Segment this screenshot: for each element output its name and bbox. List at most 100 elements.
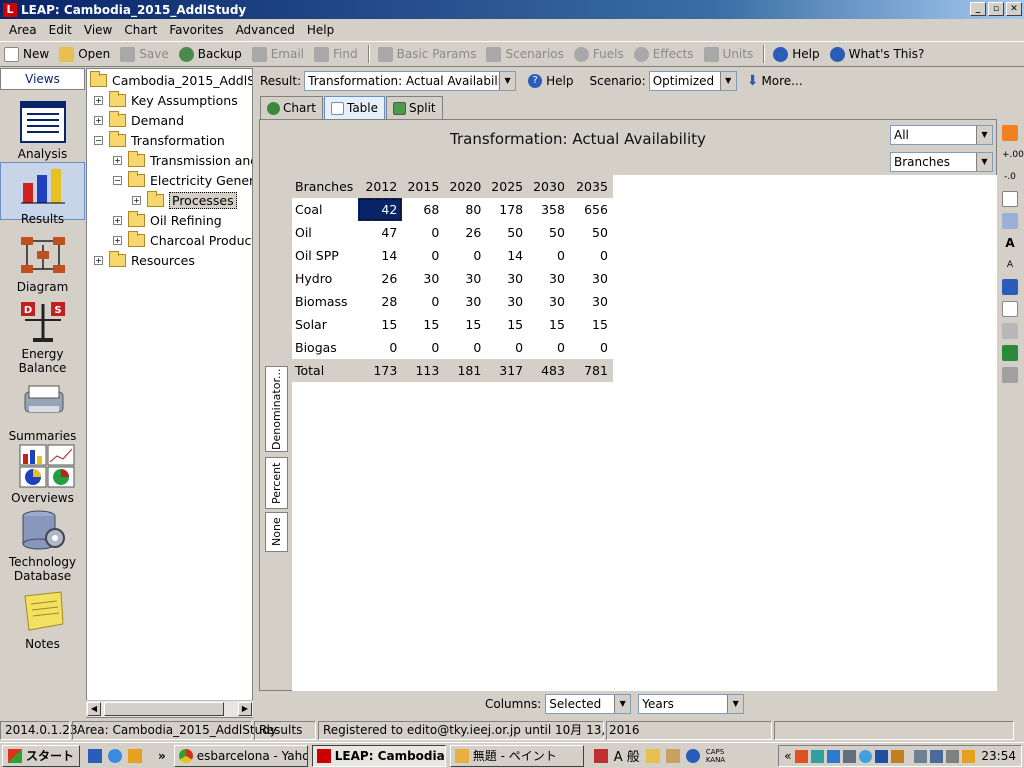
- grid-icon[interactable]: [1002, 213, 1018, 229]
- expand-icon[interactable]: +: [94, 95, 103, 105]
- expand-icon[interactable]: +: [113, 215, 122, 225]
- fuels-button[interactable]: Fuels: [573, 46, 624, 62]
- table-cell[interactable]: 0: [486, 336, 529, 359]
- tray-app-icon[interactable]: [827, 749, 841, 763]
- email-button[interactable]: Email: [251, 46, 304, 62]
- table-cell[interactable]: 15: [486, 313, 529, 336]
- table-cell[interactable]: 15: [528, 313, 570, 336]
- row-label[interactable]: Biomass: [292, 290, 359, 313]
- tab-split[interactable]: Split: [386, 96, 443, 119]
- view-overviews[interactable]: Overviews: [0, 444, 85, 505]
- column-header[interactable]: 2012: [358, 175, 403, 198]
- effects-button[interactable]: Effects: [633, 46, 694, 62]
- close-button[interactable]: ✕: [1006, 2, 1022, 16]
- columns-selected-select[interactable]: Selected ▼: [545, 694, 632, 714]
- table-cell[interactable]: 50: [486, 221, 529, 244]
- menu-favorites[interactable]: Favorites: [163, 23, 229, 37]
- row-label[interactable]: Hydro: [292, 267, 359, 290]
- table-cell[interactable]: 0: [569, 244, 613, 267]
- table-cell[interactable]: 656: [569, 198, 613, 221]
- help-button[interactable]: Help: [773, 46, 820, 62]
- scenarios-button[interactable]: Scenarios: [486, 46, 564, 62]
- media-player-icon[interactable]: [128, 748, 143, 763]
- ime-mode[interactable]: A 般: [614, 746, 640, 765]
- restore-button[interactable]: ▫: [988, 2, 1004, 16]
- view-energy-balance[interactable]: DS Energy Balance: [0, 300, 85, 375]
- table-cell[interactable]: 50: [528, 221, 570, 244]
- column-header[interactable]: 2030: [528, 175, 570, 198]
- table-cell[interactable]: 15: [402, 313, 445, 336]
- table-cell[interactable]: 0: [402, 221, 445, 244]
- collapse-icon[interactable]: −: [113, 175, 122, 185]
- column-header[interactable]: Branches: [292, 175, 359, 198]
- table-cell[interactable]: 15: [569, 313, 613, 336]
- copy-icon[interactable]: [1002, 301, 1018, 317]
- table-cell[interactable]: 30: [569, 290, 613, 313]
- table-cell[interactable]: 15: [444, 313, 487, 336]
- tray-app-icon[interactable]: [875, 749, 889, 763]
- table-cell[interactable]: 30: [528, 267, 570, 290]
- ime-tool-icon[interactable]: [645, 748, 660, 763]
- table-cell[interactable]: 14: [486, 244, 529, 267]
- view-notes[interactable]: Notes: [0, 590, 85, 651]
- result-help-button[interactable]: ? Help: [528, 74, 573, 88]
- filter-branches-select[interactable]: Branches ▼: [890, 152, 993, 172]
- table-cell[interactable]: 0: [402, 244, 445, 267]
- tree-item-processes[interactable]: + Processes: [132, 190, 237, 209]
- expand-icon[interactable]: +: [113, 155, 122, 165]
- table-cell[interactable]: 15: [358, 313, 403, 336]
- tree-item-electricity-generation[interactable]: −Electricity Generat: [113, 170, 252, 189]
- scenario-icon[interactable]: [1002, 125, 1018, 141]
- tree-item-key-assumptions[interactable]: + Key Assumptions: [94, 90, 238, 109]
- task-leap[interactable]: LEAP: Cambodia...: [311, 744, 446, 767]
- save-button[interactable]: Save: [120, 46, 169, 62]
- task-paint[interactable]: 無題 - ペイント: [449, 744, 584, 767]
- view-technology-database[interactable]: Technology Database: [0, 508, 85, 583]
- table-cell[interactable]: 50: [569, 221, 613, 244]
- backup-button[interactable]: Backup: [178, 46, 242, 62]
- chart-options-icon[interactable]: [1002, 279, 1018, 295]
- table-cell[interactable]: 68: [402, 198, 445, 221]
- ime-icon[interactable]: [593, 748, 608, 763]
- tree-horizontal-scrollbar[interactable]: ◀ ▶: [86, 700, 253, 717]
- row-label[interactable]: Oil: [292, 221, 359, 244]
- excel-icon[interactable]: [1002, 345, 1018, 361]
- table-cell[interactable]: 42: [358, 198, 403, 221]
- tray-app-icon[interactable]: [811, 749, 825, 763]
- expand-icon[interactable]: +: [94, 255, 103, 265]
- row-label[interactable]: Coal: [292, 198, 359, 221]
- row-label[interactable]: Biogas: [292, 336, 359, 359]
- expand-icon[interactable]: +: [113, 235, 122, 245]
- table-cell[interactable]: 30: [486, 267, 529, 290]
- tab-denominator[interactable]: Denominator...: [265, 366, 288, 452]
- view-summaries[interactable]: Summaries: [0, 382, 85, 443]
- basic-params-button[interactable]: Basic Params: [377, 46, 476, 62]
- clock[interactable]: 23:54: [981, 749, 1016, 763]
- table-format-icon[interactable]: [1002, 191, 1018, 207]
- tab-percent[interactable]: Percent: [265, 457, 288, 509]
- table-cell[interactable]: 0: [444, 244, 487, 267]
- column-header[interactable]: 2025: [486, 175, 529, 198]
- row-label[interactable]: Solar: [292, 313, 359, 336]
- table-cell[interactable]: 0: [358, 336, 403, 359]
- scroll-thumb[interactable]: [104, 702, 224, 716]
- tree-item-resources[interactable]: + Resources: [94, 250, 195, 269]
- table-cell[interactable]: 30: [444, 290, 487, 313]
- tray-app-icon[interactable]: [914, 749, 928, 763]
- view-results[interactable]: Results: [0, 162, 85, 226]
- ie-icon[interactable]: [108, 748, 123, 763]
- tray-app-icon[interactable]: [891, 749, 905, 763]
- tree-item-oil-refining[interactable]: + Oil Refining: [113, 210, 222, 229]
- view-analysis[interactable]: Analysis: [0, 100, 85, 161]
- column-header[interactable]: 2020: [444, 175, 487, 198]
- view-diagram[interactable]: Diagram: [0, 233, 85, 294]
- menu-help[interactable]: Help: [301, 23, 340, 37]
- decrease-decimals-icon[interactable]: -.0: [1002, 169, 1018, 185]
- table-cell[interactable]: 0: [402, 290, 445, 313]
- table-cell[interactable]: 0: [444, 336, 487, 359]
- tab-none[interactable]: None: [265, 512, 288, 552]
- table-cell[interactable]: 358: [528, 198, 570, 221]
- whats-this-button[interactable]: What's This?: [829, 46, 924, 62]
- scroll-left-icon[interactable]: ◀: [87, 702, 101, 716]
- column-header[interactable]: 2015: [402, 175, 445, 198]
